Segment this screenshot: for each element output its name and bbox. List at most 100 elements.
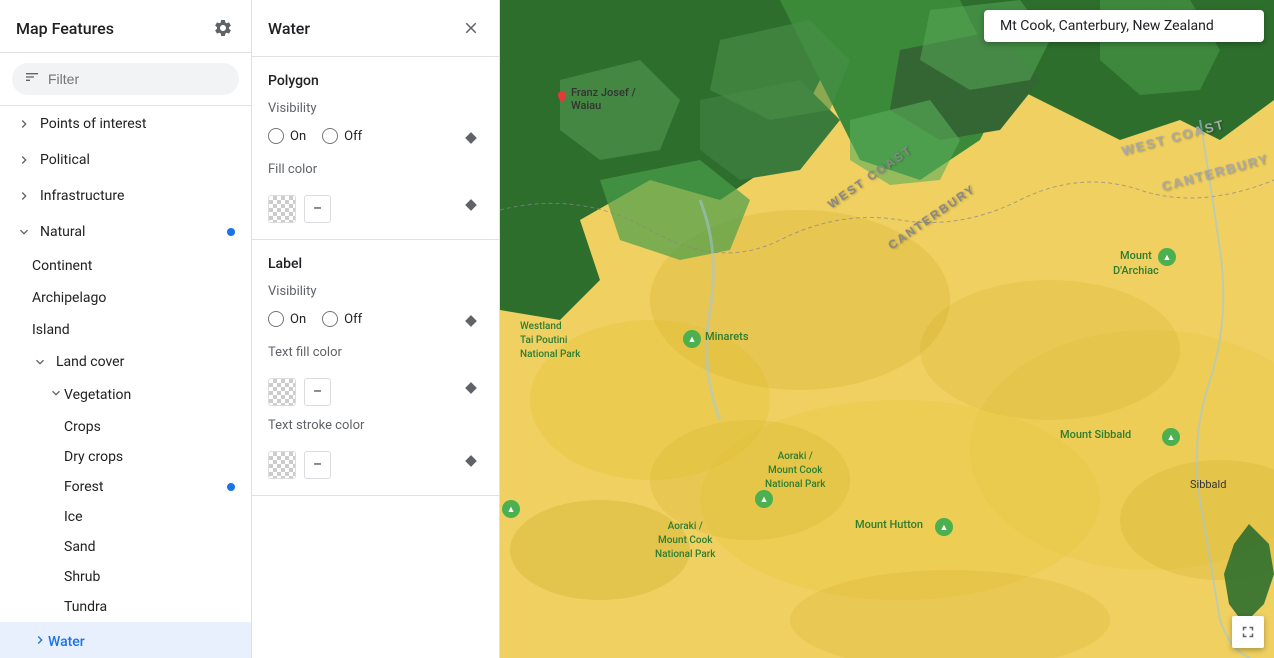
mount-sibbald-icon: ▲	[1162, 428, 1180, 446]
sidebar-item-label: Natural	[40, 224, 235, 240]
chevron-down-icon	[16, 224, 32, 240]
label-radio-group: On Off	[268, 311, 362, 327]
label-off-radio[interactable]	[322, 311, 338, 327]
aoraki-bottom-label: Aoraki /Mount CookNational Park	[655, 520, 716, 562]
sidebar-item-label: Vegetation	[64, 387, 235, 403]
close-icon[interactable]	[459, 16, 483, 40]
sidebar-item-sand[interactable]: Sand	[0, 532, 251, 562]
text-stroke-color-swatch[interactable]	[268, 451, 296, 479]
sidebar-header: Map Features	[0, 0, 251, 53]
text-fill-color-value[interactable]: –	[304, 378, 331, 406]
label-visibility-row: On Off	[268, 309, 483, 333]
label-on-radio[interactable]	[268, 311, 284, 327]
sidebar-item-label: Forest	[64, 479, 235, 495]
sidebar-item-crops[interactable]: Crops	[0, 412, 251, 442]
sidebar-item-island[interactable]: Island	[0, 314, 251, 346]
fill-color-swatch[interactable]	[268, 195, 296, 223]
label-visibility-diamond[interactable]	[459, 309, 483, 333]
sidebar-item-label: Land cover	[56, 354, 235, 370]
search-bar[interactable]: Mt Cook, Canterbury, New Zealand	[984, 10, 1264, 42]
aoraki-top-icon: ▲	[755, 490, 773, 508]
nav-items: Points of interest Political Infrastruct…	[0, 106, 251, 658]
minarets-label: Minarets	[705, 330, 748, 343]
sidebar-item-archipelago[interactable]: Archipelago	[0, 282, 251, 314]
sidebar-item-shrub[interactable]: Shrub	[0, 562, 251, 592]
search-text: Mt Cook, Canterbury, New Zealand	[1000, 18, 1214, 34]
polygon-visibility-row: On Off	[268, 126, 483, 150]
text-fill-color-row: –	[268, 370, 483, 406]
label-off-label[interactable]: Off	[322, 311, 362, 327]
polygon-visibility-diamond[interactable]	[459, 126, 483, 150]
text-stroke-color-value[interactable]: –	[304, 451, 331, 479]
polygon-section: Polygon Visibility On Off Fill color	[252, 57, 499, 240]
filter-input[interactable]	[48, 71, 227, 87]
island-shape	[1224, 524, 1274, 628]
sidebar-item-water[interactable]: Water	[0, 622, 251, 658]
gear-icon[interactable]	[211, 16, 235, 40]
sidebar-item-label: Continent	[32, 258, 235, 274]
sidebar-item-infrastructure[interactable]: Infrastructure	[0, 178, 251, 214]
fill-color-diamond[interactable]	[459, 193, 483, 217]
modified-dot	[227, 228, 235, 236]
fullscreen-button[interactable]	[1232, 616, 1264, 648]
mount-sibbald-area: ▲ Mount Sibbald	[1060, 428, 1131, 441]
panel-title: Water	[268, 19, 310, 38]
chevron-down-icon	[48, 385, 64, 405]
text-fill-color-swatch-row: –	[268, 378, 331, 406]
sidebar: Map Features Points of interest	[0, 0, 252, 658]
mount-darchiac-icon: ▲	[1158, 248, 1176, 266]
aoraki-bottom-left-icon: ▲	[502, 500, 520, 518]
text-fill-color-diamond[interactable]	[459, 376, 483, 400]
sidebar-item-label: Shrub	[64, 569, 235, 585]
island-svg	[1224, 524, 1274, 624]
sidebar-item-political[interactable]: Political	[0, 142, 251, 178]
chevron-right-icon	[16, 116, 32, 132]
sidebar-item-label: Points of interest	[40, 116, 235, 132]
chevron-right-icon	[32, 632, 48, 652]
chevron-right-icon	[16, 188, 32, 204]
sidebar-item-forest[interactable]: Forest	[0, 472, 251, 502]
label-off-text: Off	[344, 312, 362, 327]
polygon-title: Polygon	[268, 73, 483, 89]
text-stroke-color-row: –	[268, 443, 483, 479]
mount-hutton-icon: ▲	[935, 518, 953, 536]
sidebar-item-label: Ice	[64, 509, 235, 525]
text-stroke-color-label: Text stroke color	[268, 418, 483, 433]
fill-color-value[interactable]: –	[304, 195, 331, 223]
sidebar-item-land-cover[interactable]: Land cover	[0, 346, 251, 378]
sidebar-item-label: Dry crops	[64, 449, 235, 465]
filter-input-wrap	[12, 63, 239, 95]
sidebar-item-dry-crops[interactable]: Dry crops	[0, 442, 251, 472]
polygon-off-label[interactable]: Off	[322, 128, 362, 144]
text-fill-color-swatch[interactable]	[268, 378, 296, 406]
sidebar-item-label: Water	[48, 634, 235, 650]
sidebar-item-continent[interactable]: Continent	[0, 250, 251, 282]
sidebar-item-ice[interactable]: Ice	[0, 502, 251, 532]
fill-color-row: –	[268, 187, 483, 223]
sidebar-item-label: Tundra	[64, 599, 235, 615]
mount-sibbald-label: Mount Sibbald	[1060, 428, 1131, 441]
sidebar-item-label: Infrastructure	[40, 188, 235, 204]
label-on-label[interactable]: On	[268, 311, 306, 327]
polygon-on-text: On	[290, 129, 306, 144]
sidebar-item-points-interest[interactable]: Points of interest	[0, 106, 251, 142]
mount-hutton-label: Mount Hutton	[855, 518, 923, 531]
aoraki-top-label: Aoraki /Mount CookNational Park	[765, 450, 826, 492]
label-visibility-label: Visibility	[268, 284, 483, 299]
sidebar-item-tundra[interactable]: Tundra	[0, 592, 251, 622]
sidebar-item-label: Political	[40, 152, 235, 168]
sidebar-item-natural[interactable]: Natural	[0, 214, 251, 250]
text-stroke-color-diamond[interactable]	[459, 449, 483, 473]
modified-dot	[227, 483, 235, 491]
sidebar-item-label: Island	[32, 322, 235, 338]
fill-color-swatch-row: –	[268, 195, 331, 223]
westland-label: WestlandTai PoutiniNational Park	[520, 320, 581, 362]
polygon-on-radio[interactable]	[268, 128, 284, 144]
polygon-off-radio[interactable]	[322, 128, 338, 144]
polygon-off-text: Off	[344, 129, 362, 144]
polygon-on-label[interactable]: On	[268, 128, 306, 144]
sidebar-item-label: Crops	[64, 419, 235, 435]
sidebar-title: Map Features	[16, 19, 114, 38]
sidebar-item-vegetation[interactable]: Vegetation	[0, 378, 251, 412]
mount-darchiac-area: ▲ MountD'Archiac	[1113, 248, 1159, 279]
